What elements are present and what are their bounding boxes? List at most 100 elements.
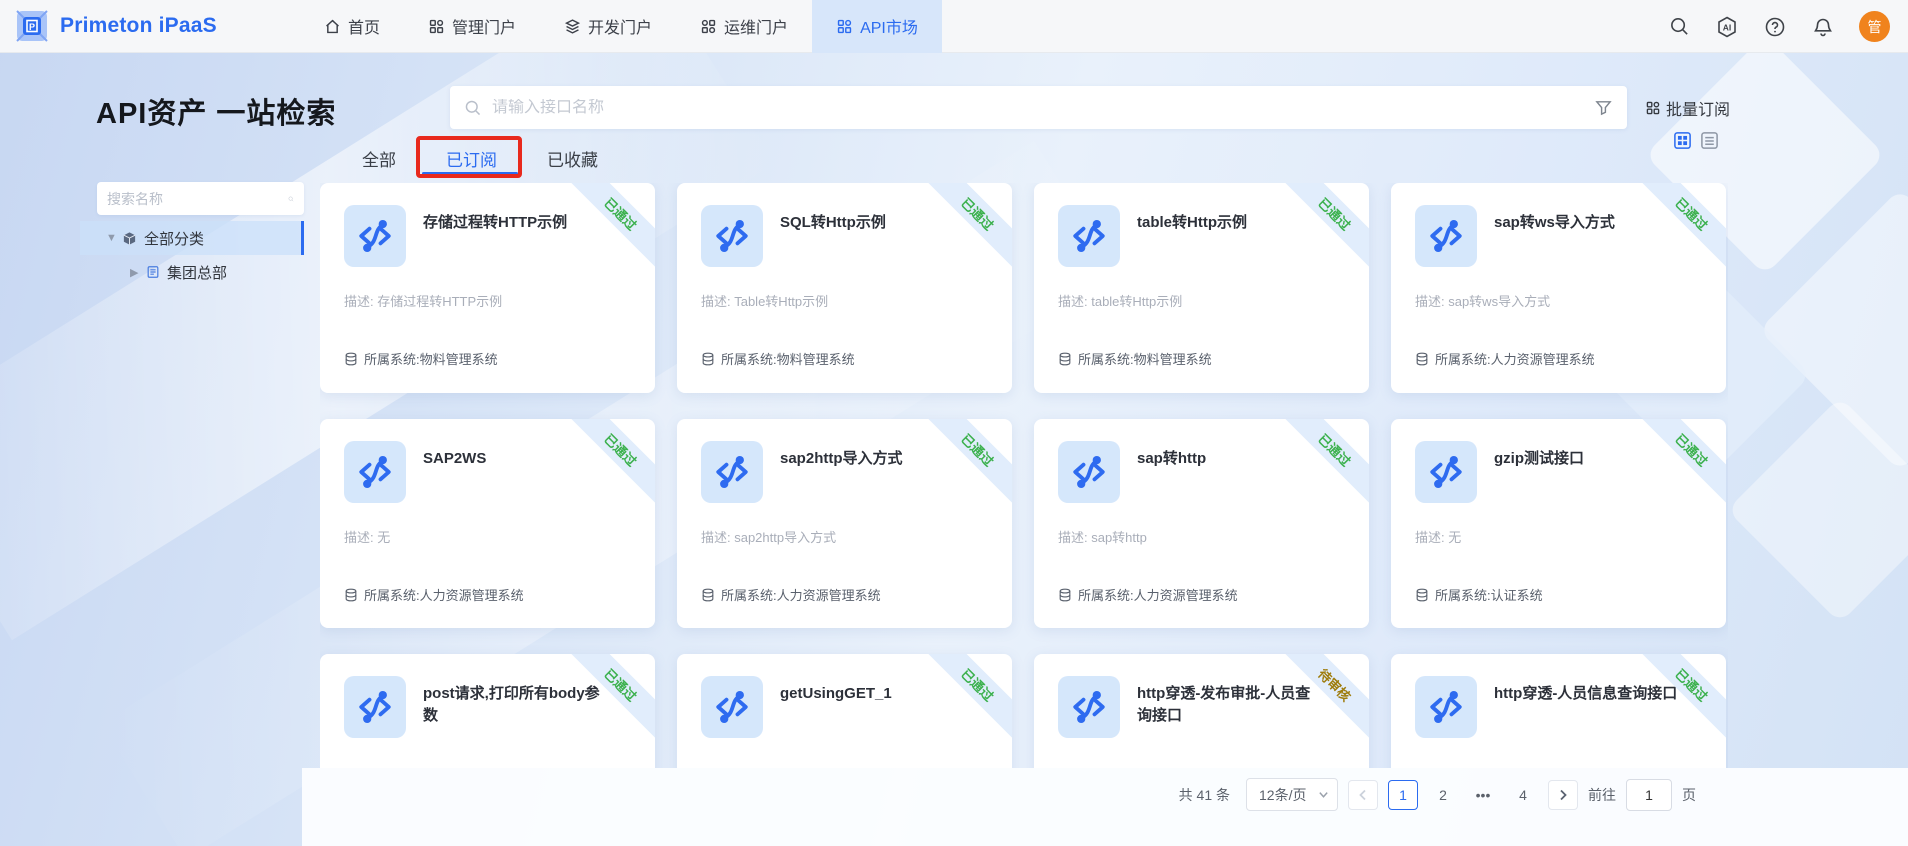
api-icon: [1073, 455, 1105, 489]
nav-item-admin-portal[interactable]: 管理门户: [404, 0, 540, 53]
database-icon: [702, 352, 714, 365]
sidebar-search-box: [97, 182, 304, 215]
page-number-4[interactable]: 4: [1508, 780, 1538, 810]
api-card[interactable]: 已通过 存储过程转HTTP示例 描述: 存储过程转HTTP示例 所属系统:物料管理系统: [320, 183, 655, 393]
list-view-toggle[interactable]: [1699, 130, 1719, 150]
tab-subscribed[interactable]: 已订阅: [446, 146, 497, 171]
filter-icon[interactable]: [1594, 98, 1613, 117]
nav-item-ops-portal[interactable]: 运维门户: [676, 0, 812, 53]
goto-page-input[interactable]: [1626, 778, 1672, 811]
database-icon: [345, 352, 357, 365]
app-root: P Primeton iPaaS 首页 管理门户 开发门户 运维门户 API市场…: [0, 0, 1908, 846]
status-badge: 已通过: [924, 419, 1012, 507]
api-description: 描述: 无: [1415, 530, 1462, 545]
next-page-button[interactable]: [1548, 779, 1578, 810]
document-icon: [146, 265, 160, 279]
category-search-input[interactable]: [107, 190, 288, 207]
category-tree: ▼ 全部分类 ▶ 集团总部: [80, 221, 304, 289]
tree-item-all-categories[interactable]: ▼ 全部分类: [80, 221, 304, 255]
status-badge: 已通过: [1281, 419, 1369, 507]
api-icon-tile: [344, 441, 406, 503]
nav-label: 开发门户: [588, 20, 653, 37]
system-label: 所属系统:人力资源管理系统: [721, 588, 881, 603]
api-card-grid: 已通过 存储过程转HTTP示例 描述: 存储过程转HTTP示例 所属系统:物料管理系统…: [320, 183, 1728, 768]
page-number-1[interactable]: 1: [1388, 779, 1418, 810]
api-icon: [359, 219, 391, 253]
tab-favorites[interactable]: 已收藏: [547, 146, 598, 171]
status-ribbon-wrap: 已通过: [567, 183, 655, 271]
card-view-toggle[interactable]: [1672, 130, 1692, 150]
api-icon-tile: [344, 676, 406, 738]
caret-down-icon[interactable]: ▼: [106, 232, 117, 244]
api-card[interactable]: 已通过 getUsingGET_1: [677, 654, 1012, 768]
view-toggles: [1672, 130, 1719, 150]
category-sidebar: ▼ 全部分类 ▶ 集团总部: [80, 182, 304, 289]
page-ellipsis[interactable]: •••: [1468, 780, 1498, 810]
chevron-left-icon: [1359, 789, 1366, 800]
system-label: 所属系统:人力资源管理系统: [1078, 588, 1238, 603]
search-icon[interactable]: [288, 191, 294, 207]
status-badge: 已通过: [567, 654, 655, 742]
system-label: 所属系统:人力资源管理系统: [364, 588, 524, 603]
api-icon: [359, 455, 391, 489]
api-card[interactable]: 已通过 sap转ws导入方式 描述: sap转ws导入方式 所属系统:人力资源管理系统: [1391, 183, 1726, 393]
logo[interactable]: P Primeton iPaaS: [14, 8, 284, 44]
api-icon: [716, 455, 748, 489]
api-card[interactable]: 已通过 post请求,打印所有body参数: [320, 654, 655, 768]
status-badge: 待审核: [1281, 654, 1369, 742]
api-search-input[interactable]: [492, 98, 1594, 117]
nav-item-api-market[interactable]: API市场: [812, 0, 942, 53]
status-badge: 已通过: [1281, 183, 1369, 271]
nav-item-dev-portal[interactable]: 开发门户: [540, 0, 676, 53]
status-ribbon-wrap: 已通过: [567, 654, 655, 742]
page-number-2[interactable]: 2: [1428, 780, 1458, 810]
api-card[interactable]: 已通过 sap2http导入方式 描述: sap2http导入方式 所属系统:人力资源…: [677, 419, 1012, 628]
api-card[interactable]: 已通过 http穿透-人员信息查询接口: [1391, 654, 1726, 768]
api-icon: [1430, 690, 1462, 724]
api-card[interactable]: 已通过 SAP2WS 描述: 无所属系统:人力资源管理系统: [320, 419, 655, 628]
database-icon: [702, 588, 714, 601]
grid-icon: [1646, 101, 1660, 115]
total-count: 共 41 条: [1178, 786, 1230, 803]
status-badge: 已通过: [1638, 654, 1726, 742]
api-card[interactable]: 待审核 http穿透-发布审批-人员查询接口: [1034, 654, 1369, 768]
api-card[interactable]: 已通过 SQL转Http示例 描述: Table转Http示例 所属系统:物料管理系统: [677, 183, 1012, 393]
api-card[interactable]: 已通过 sap转http 描述: sap转http 所属系统:人力资源管理系统: [1034, 419, 1369, 628]
notifications-icon[interactable]: [1811, 15, 1835, 39]
home-icon: [326, 19, 339, 33]
grid-icon: [837, 19, 852, 33]
nav-label: API市场: [860, 20, 918, 37]
api-description: 描述: sap转http: [1058, 530, 1147, 545]
chevron-right-icon: [1560, 789, 1567, 800]
bg-cube: [1726, 396, 1908, 624]
page-size-select[interactable]: 12条/页: [1246, 778, 1338, 811]
logo-icon: P: [16, 10, 48, 42]
status-badge: 已通过: [924, 183, 1012, 271]
search-icon: [465, 100, 481, 115]
system-label: 所属系统:人力资源管理系统: [1435, 352, 1595, 367]
cube-icon: [122, 231, 137, 246]
tab-all[interactable]: 全部: [362, 146, 396, 171]
tree-label: 集团总部: [167, 264, 228, 282]
nav-item-home[interactable]: 首页: [300, 0, 404, 53]
help-icon[interactable]: [1763, 15, 1787, 39]
active-tab-underline: [422, 172, 518, 175]
batch-subscribe-button[interactable]: 批量订阅: [1645, 96, 1730, 120]
caret-right-icon[interactable]: ▶: [130, 266, 140, 279]
status-ribbon-wrap: 已通过: [1281, 419, 1369, 507]
system-label: 所属系统:物料管理系统: [364, 352, 498, 367]
main-search-bar: [450, 86, 1627, 129]
api-card[interactable]: 已通过 gzip测试接口 描述: 无所属系统:认证系统: [1391, 419, 1726, 628]
api-description: 描述: sap2http导入方式: [701, 530, 837, 545]
user-avatar[interactable]: 管: [1859, 11, 1890, 42]
api-card[interactable]: 已通过 table转Http示例 描述: table转Http示例 所属系统:物料管理…: [1034, 183, 1369, 393]
top-nav-bar: P Primeton iPaaS 首页 管理门户 开发门户 运维门户 API市场…: [0, 0, 1908, 53]
nav-label: 管理门户: [452, 20, 517, 37]
ai-assistant-icon[interactable]: AI: [1715, 15, 1739, 39]
svg-text:AI: AI: [1723, 22, 1732, 32]
search-icon[interactable]: [1667, 15, 1691, 39]
database-icon: [1416, 352, 1428, 365]
nav-label: 首页: [348, 20, 381, 37]
prev-page-button[interactable]: [1348, 779, 1378, 810]
tree-item-group-hq[interactable]: ▶ 集团总部: [80, 255, 304, 289]
